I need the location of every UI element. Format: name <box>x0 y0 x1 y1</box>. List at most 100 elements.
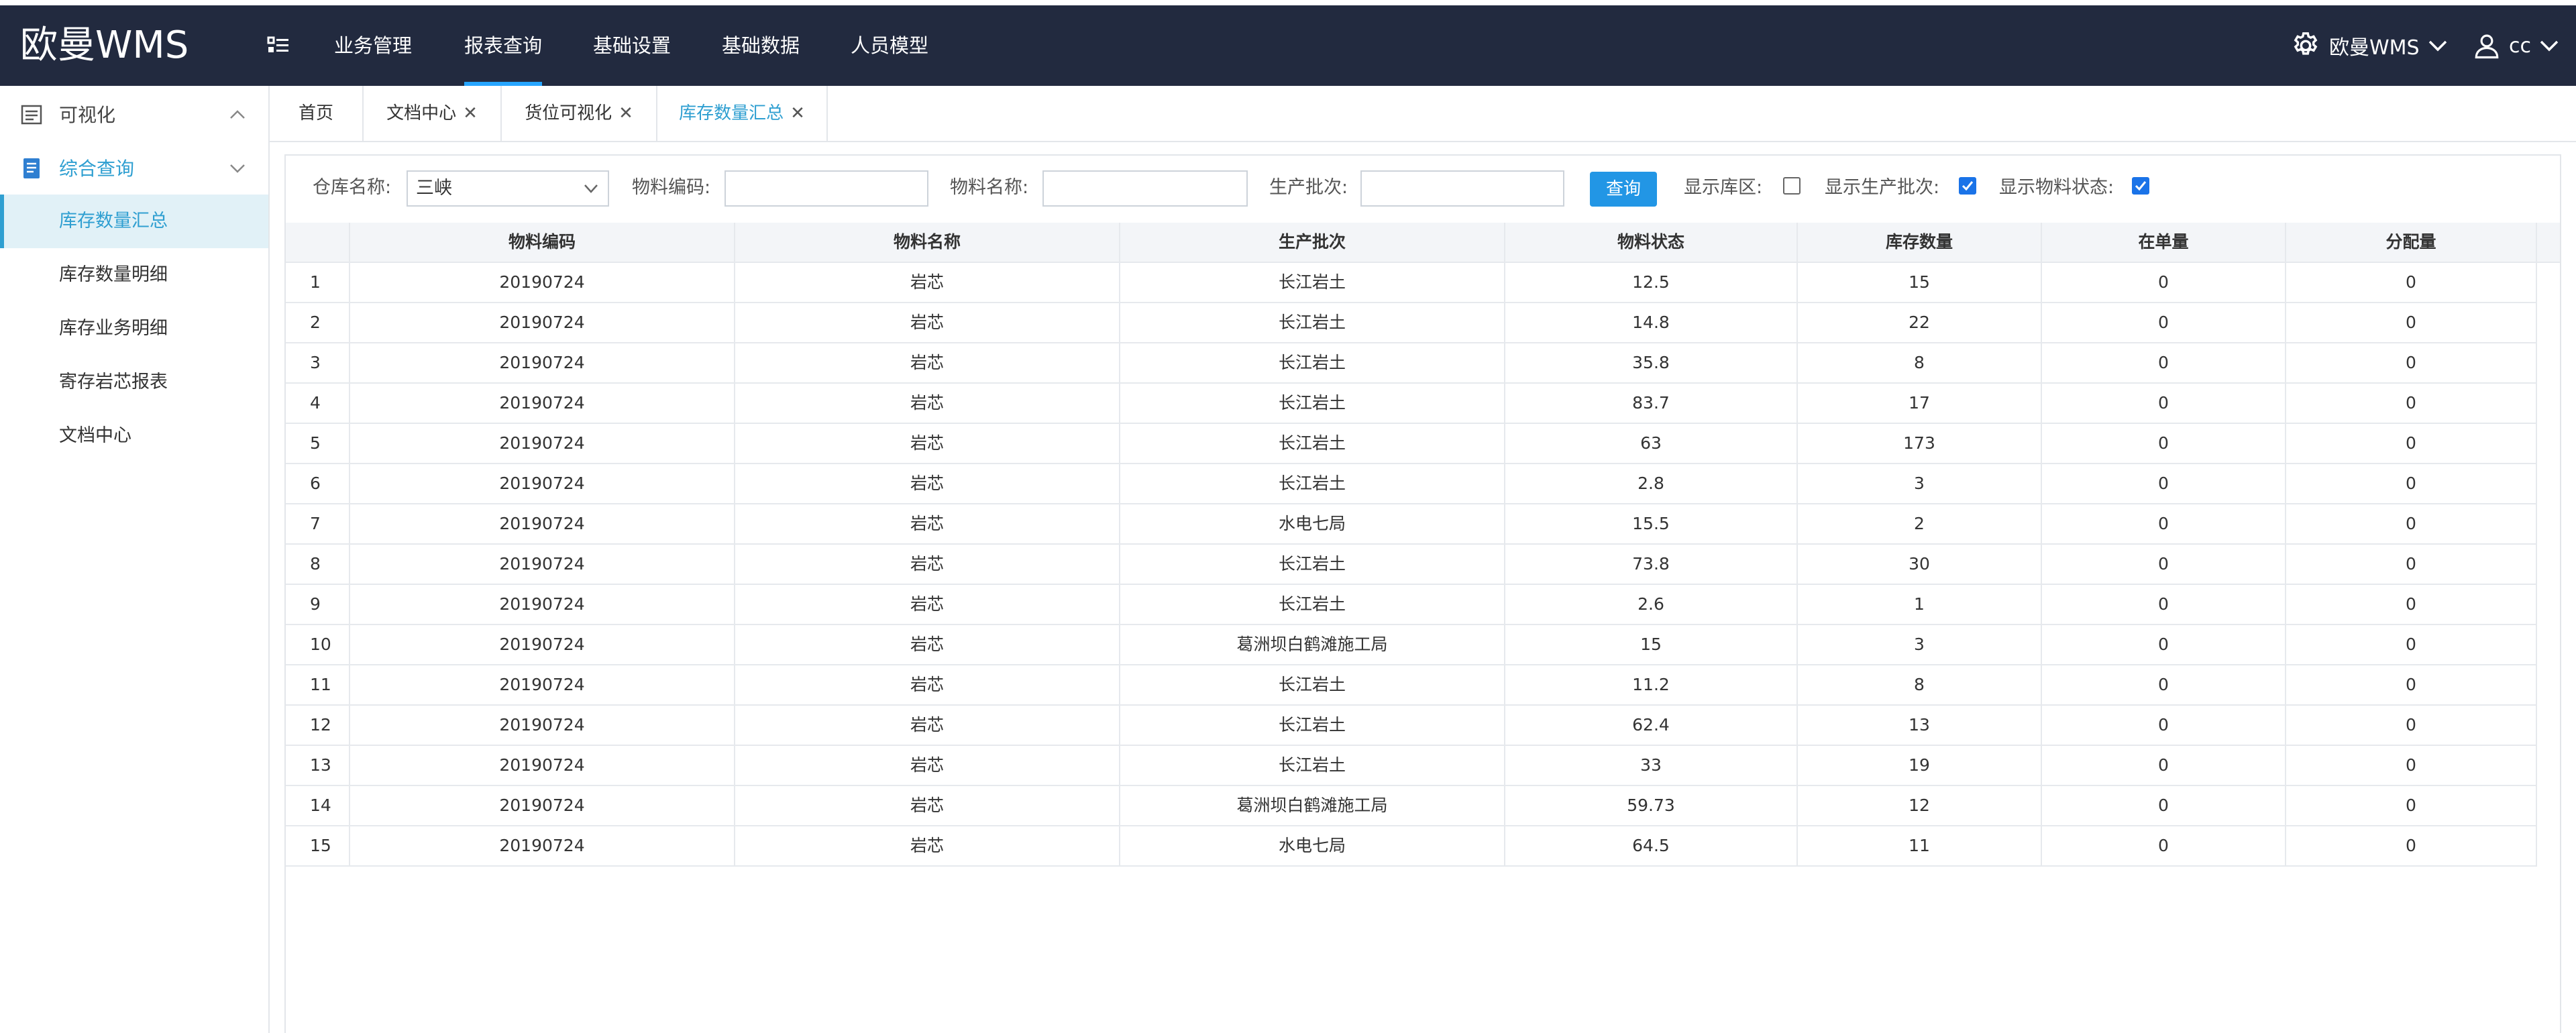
sidebar-item-doc-center[interactable]: 文档中心 <box>0 409 268 463</box>
column-header-material-status[interactable]: 物料状态 <box>1505 223 1798 262</box>
cell-row-index: 4 <box>286 384 350 423</box>
cell-batch: 长江岩土 <box>1120 706 1505 745</box>
table-row[interactable]: 1 20190724 岩芯 长江岩土 12.5 15 0 0 <box>286 263 2537 303</box>
cell-order-qty: 0 <box>2042 585 2286 624</box>
cell-row-index: 11 <box>286 665 350 704</box>
table-row[interactable]: 6 20190724 岩芯 长江岩土 2.8 3 0 0 <box>286 464 2537 504</box>
material-code-input[interactable] <box>724 170 928 207</box>
table-row[interactable]: 8 20190724 岩芯 长江岩土 73.8 30 0 0 <box>286 545 2537 585</box>
cell-material-code: 20190724 <box>350 585 735 624</box>
close-icon[interactable]: ✕ <box>619 103 633 123</box>
topnav-item-basedata[interactable]: 基础数据 <box>722 5 800 86</box>
table-row[interactable]: 10 20190724 岩芯 葛洲坝白鹤滩施工局 15 3 0 0 <box>286 625 2537 665</box>
tab-label: 库存数量汇总 <box>679 103 784 123</box>
cell-material-name: 岩芯 <box>735 303 1120 342</box>
menu-toggle-icon[interactable] <box>267 34 291 58</box>
tab-doc-center[interactable]: 文档中心 ✕ <box>364 86 502 141</box>
cell-stock-qty: 8 <box>1798 343 2042 382</box>
show-status-checkbox[interactable] <box>2132 177 2149 195</box>
table-row[interactable]: 9 20190724 岩芯 长江岩土 2.6 1 0 0 <box>286 585 2537 625</box>
tab-label: 首页 <box>298 103 333 123</box>
column-header-order-qty[interactable]: 在单量 <box>2042 223 2286 262</box>
table-scroll-gutter <box>2537 223 2560 263</box>
user-label: cc <box>2509 34 2531 58</box>
cell-allocated-qty: 0 <box>2286 343 2537 382</box>
table-row[interactable]: 13 20190724 岩芯 长江岩土 33 19 0 0 <box>286 746 2537 786</box>
cell-material-code: 20190724 <box>350 706 735 745</box>
chevron-down-icon <box>230 164 245 173</box>
column-header-allocated-qty[interactable]: 分配量 <box>2286 223 2537 262</box>
show-status-label: 显示物料状态: <box>1999 177 2114 198</box>
warehouse-select[interactable]: 三峡 <box>407 170 609 207</box>
cell-material-status: 14.8 <box>1505 303 1798 342</box>
sidebar-group-query[interactable]: 综合查询 <box>0 141 268 195</box>
topnav-item-reports[interactable]: 报表查询 <box>464 5 543 86</box>
sidebar-item-stock-detail[interactable]: 库存数量明细 <box>0 248 268 302</box>
checkmark-icon <box>1962 181 1974 191</box>
tab-stock-summary[interactable]: 库存数量汇总 ✕ <box>657 86 828 141</box>
table-row[interactable]: 12 20190724 岩芯 长江岩土 62.4 13 0 0 <box>286 706 2537 746</box>
show-batch-checkbox[interactable] <box>1959 177 1976 195</box>
cell-row-index: 14 <box>286 786 350 825</box>
material-name-input[interactable] <box>1042 170 1248 207</box>
close-icon[interactable]: ✕ <box>463 103 478 123</box>
cell-material-status: 11.2 <box>1505 665 1798 704</box>
cell-order-qty: 0 <box>2042 343 2286 382</box>
cell-allocated-qty: 0 <box>2286 464 2537 503</box>
sidebar-item-core-report[interactable]: 寄存岩芯报表 <box>0 356 268 409</box>
column-header-material-code[interactable]: 物料编码 <box>350 223 735 262</box>
cell-material-code: 20190724 <box>350 263 735 302</box>
cell-stock-qty: 3 <box>1798 625 2042 664</box>
sidebar-group-visualization[interactable]: 可视化 <box>0 87 268 141</box>
sidebar-item-business-detail[interactable]: 库存业务明细 <box>0 302 268 356</box>
table-row[interactable]: 4 20190724 岩芯 长江岩土 83.7 17 0 0 <box>286 384 2537 424</box>
cell-stock-qty: 12 <box>1798 786 2042 825</box>
cell-material-status: 2.8 <box>1505 464 1798 503</box>
table-row[interactable]: 15 20190724 岩芯 水电七局 64.5 11 0 0 <box>286 826 2537 867</box>
close-icon[interactable]: ✕ <box>790 103 805 123</box>
cell-material-code: 20190724 <box>350 504 735 543</box>
cell-order-qty: 0 <box>2042 545 2286 584</box>
column-header-batch[interactable]: 生产批次 <box>1120 223 1505 262</box>
table-row[interactable]: 5 20190724 岩芯 长江岩土 63 173 0 0 <box>286 424 2537 464</box>
column-header-row-index <box>286 223 350 262</box>
table-row[interactable]: 2 20190724 岩芯 长江岩土 14.8 22 0 0 <box>286 303 2537 343</box>
topnav-item-business[interactable]: 业务管理 <box>334 5 412 86</box>
table-row[interactable]: 11 20190724 岩芯 长江岩土 11.2 8 0 0 <box>286 665 2537 706</box>
cell-order-qty: 0 <box>2042 746 2286 785</box>
cell-allocated-qty: 0 <box>2286 545 2537 584</box>
dashboard-icon <box>21 105 42 125</box>
cell-row-index: 7 <box>286 504 350 543</box>
system-menu[interactable]: 欧曼WMS <box>2290 5 2448 86</box>
column-header-material-name[interactable]: 物料名称 <box>735 223 1120 262</box>
cell-material-name: 岩芯 <box>735 464 1120 503</box>
show-area-checkbox[interactable] <box>1783 177 1801 195</box>
topnav-item-settings[interactable]: 基础设置 <box>593 5 671 86</box>
cell-row-index: 2 <box>286 303 350 342</box>
cell-row-index: 5 <box>286 424 350 463</box>
query-button[interactable]: 查询 <box>1590 172 1657 207</box>
topnav-item-personnel[interactable]: 人员模型 <box>851 5 928 86</box>
cell-material-code: 20190724 <box>350 545 735 584</box>
sidebar-item-stock-summary[interactable]: 库存数量汇总 <box>0 195 268 248</box>
cell-material-name: 岩芯 <box>735 343 1120 382</box>
cell-batch: 长江岩土 <box>1120 746 1505 785</box>
tab-home[interactable]: 首页 <box>270 86 364 141</box>
cell-material-code: 20190724 <box>350 665 735 704</box>
cell-material-name: 岩芯 <box>735 424 1120 463</box>
cell-allocated-qty: 0 <box>2286 746 2537 785</box>
cell-allocated-qty: 0 <box>2286 706 2537 745</box>
system-label: 欧曼WMS <box>2329 36 2420 60</box>
table-row[interactable]: 3 20190724 岩芯 长江岩土 35.8 8 0 0 <box>286 343 2537 384</box>
batch-input[interactable] <box>1360 170 1564 207</box>
cell-row-index: 6 <box>286 464 350 503</box>
column-header-stock-qty[interactable]: 库存数量 <box>1798 223 2042 262</box>
cell-material-status: 15 <box>1505 625 1798 664</box>
cell-material-status: 15.5 <box>1505 504 1798 543</box>
table-row[interactable]: 7 20190724 岩芯 水电七局 15.5 2 0 0 <box>286 504 2537 545</box>
tab-location-visual[interactable]: 货位可视化 ✕ <box>502 86 657 141</box>
cell-allocated-qty: 0 <box>2286 263 2537 302</box>
user-menu[interactable]: cc <box>2473 5 2559 86</box>
table-row[interactable]: 14 20190724 岩芯 葛洲坝白鹤滩施工局 59.73 12 0 0 <box>286 786 2537 826</box>
cell-allocated-qty: 0 <box>2286 585 2537 624</box>
